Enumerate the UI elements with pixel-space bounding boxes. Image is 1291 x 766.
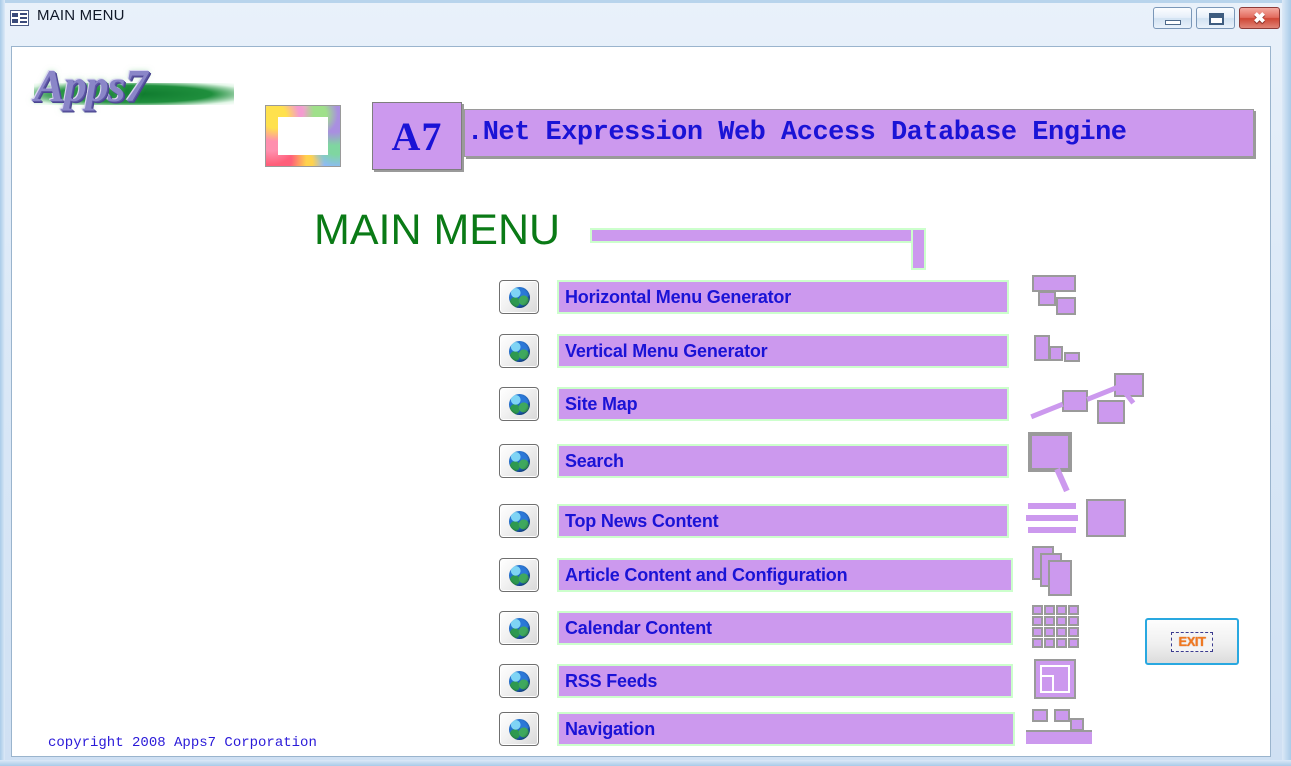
globe-icon[interactable] (499, 504, 539, 538)
menu-item-label-bar[interactable]: Calendar Content (557, 611, 1013, 645)
site-map-diagram-icon (1022, 373, 1147, 435)
menu-item-label-bar[interactable]: Article Content and Configuration (557, 558, 1013, 592)
top-news-diagram-icon (1026, 499, 1136, 541)
minimize-button[interactable] (1153, 7, 1192, 29)
rss-frame-diagram-icon (1034, 659, 1094, 701)
menu-item-label: Search (565, 450, 624, 471)
globe-icon[interactable] (499, 387, 539, 421)
horizontal-menu-diagram-icon (1022, 275, 1132, 320)
menu-item-label-bar[interactable]: RSS Feeds (557, 664, 1013, 698)
exit-icon: EXIT (1171, 631, 1213, 652)
exit-button-label: EXIT (1178, 634, 1206, 649)
menu-item-label-bar[interactable]: Navigation (557, 712, 1015, 746)
menu-item-label-bar[interactable]: Site Map (557, 387, 1009, 421)
menu-item-label: Navigation (565, 718, 656, 739)
menu-item-label: RSS Feeds (565, 670, 658, 691)
globe-icon[interactable] (499, 712, 539, 746)
restore-icon (1209, 13, 1224, 25)
navigation-bar-diagram-icon (1026, 709, 1106, 745)
search-diagram-icon (1026, 432, 1106, 494)
close-button[interactable]: ✖ (1239, 7, 1280, 29)
calendar-grid-diagram-icon (1032, 605, 1092, 649)
vertical-menu-diagram-icon (1034, 335, 1144, 375)
menu-item-label: Calendar Content (565, 617, 712, 638)
window-frame-right (1282, 0, 1291, 766)
menu-item-label: Top News Content (565, 510, 719, 531)
window-title: MAIN MENU (37, 7, 125, 24)
copyright-text: copyright 2008 Apps7 Corporation (48, 735, 317, 751)
form-view-icon (10, 10, 29, 26)
menu-item-label: Vertical Menu Generator (565, 340, 768, 361)
application-window: MAIN MENU ✖ Apps7 A7 .Net Expression Web… (0, 0, 1291, 766)
menu-item-label-bar[interactable]: Horizontal Menu Generator (557, 280, 1009, 314)
client-area: Apps7 A7 .Net Expression Web Access Data… (11, 46, 1271, 757)
globe-icon[interactable] (499, 444, 539, 478)
window-frame-top (0, 0, 1291, 3)
menu-item-label: Article Content and Configuration (565, 564, 848, 585)
close-icon: ✖ (1253, 10, 1266, 27)
minimize-icon (1165, 20, 1181, 25)
title-bar[interactable]: MAIN MENU ✖ (5, 4, 1282, 46)
window-frame-bottom (0, 760, 1291, 766)
restore-button[interactable] (1196, 7, 1235, 29)
globe-icon[interactable] (499, 334, 539, 368)
main-menu-list: Horizontal Menu Generator Vertical Menu … (12, 47, 1270, 756)
menu-item-label: Horizontal Menu Generator (565, 286, 792, 307)
article-pages-diagram-icon (1032, 546, 1112, 604)
globe-icon[interactable] (499, 664, 539, 698)
window-controls: ✖ (1153, 7, 1280, 29)
menu-item-label: Site Map (565, 393, 638, 414)
menu-item-label-bar[interactable]: Vertical Menu Generator (557, 334, 1009, 368)
globe-icon[interactable] (499, 280, 539, 314)
menu-item-label-bar[interactable]: Search (557, 444, 1009, 478)
exit-button[interactable]: EXIT (1145, 618, 1239, 665)
globe-icon[interactable] (499, 558, 539, 592)
globe-icon[interactable] (499, 611, 539, 645)
menu-item-label-bar[interactable]: Top News Content (557, 504, 1009, 538)
window-frame-left (0, 0, 5, 766)
